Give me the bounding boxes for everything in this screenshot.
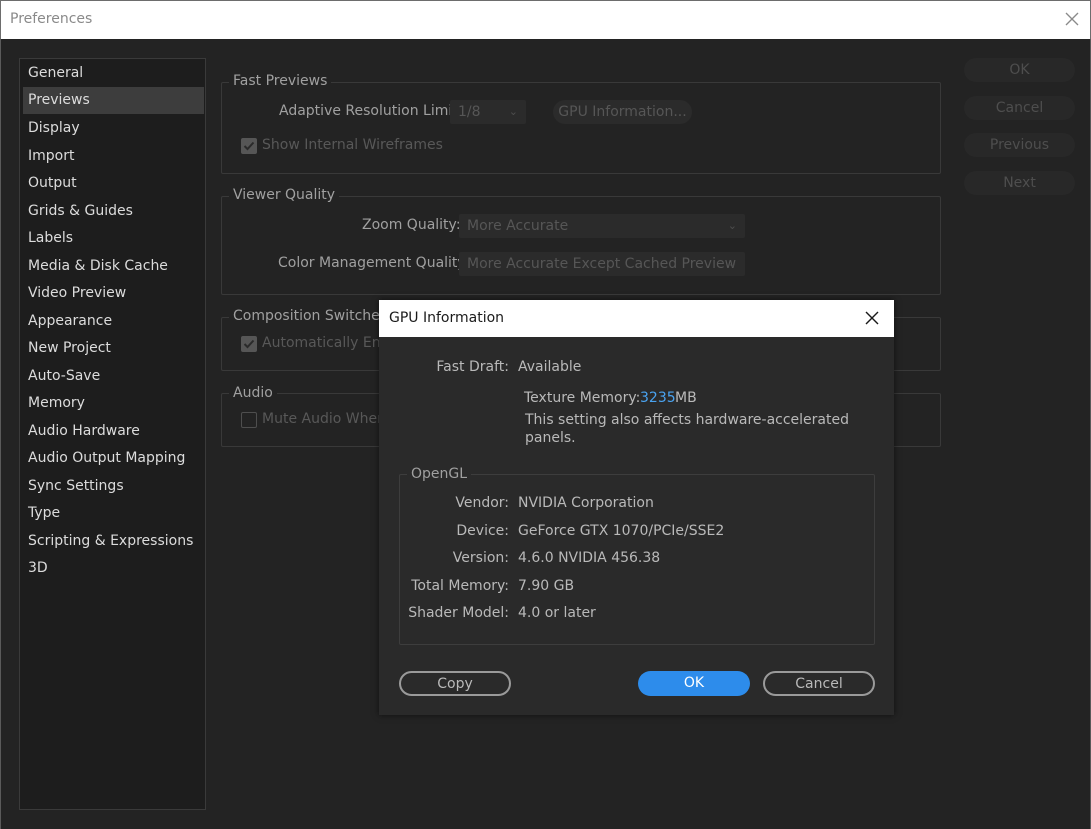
sidebar-item-memory[interactable]: Memory (23, 390, 204, 417)
window-title: Preferences (10, 11, 93, 27)
sidebar-item-video-preview[interactable]: Video Preview (23, 280, 204, 307)
version-value: 4.6.0 NVIDIA 456.38 (518, 550, 661, 566)
gpu-information-button[interactable]: GPU Information... (553, 100, 692, 124)
sidebar-item-3d[interactable]: 3D (23, 555, 204, 582)
fast-draft-value: Available (518, 359, 582, 375)
sidebar-item-media-disk-cache[interactable]: Media & Disk Cache (23, 253, 204, 280)
texture-memory-value[interactable]: 3235 (640, 390, 676, 406)
viewer-quality-title: Viewer Quality (229, 187, 340, 203)
next-button[interactable]: Next (964, 171, 1075, 195)
device-value: GeForce GTX 1070/PCIe/SSE2 (518, 523, 725, 539)
dialog-title-bar: GPU Information (379, 300, 894, 337)
adaptive-resolution-label: Adaptive Resolution Limit: (279, 103, 463, 119)
chevron-down-icon: ⌄ (727, 219, 737, 232)
dialog-cancel-button[interactable]: Cancel (763, 671, 875, 696)
sidebar-item-scripting-expressions[interactable]: Scripting & Expressions (23, 528, 204, 555)
checkmark-icon (243, 141, 255, 151)
chevron-down-icon: ⌄ (727, 257, 737, 270)
color-management-value: More Accurate Except Cached Preview (467, 256, 737, 272)
device-label: Device: (456, 523, 509, 539)
auto-enable-checkbox[interactable] (241, 336, 257, 352)
version-label: Version: (452, 550, 509, 566)
adaptive-resolution-value: 1/8 (458, 104, 481, 120)
total-memory-value: 7.90 GB (518, 578, 575, 594)
sidebar-item-type[interactable]: Type (23, 500, 204, 527)
zoom-quality-label: Zoom Quality: (362, 217, 461, 233)
show-wireframes-label: Show Internal Wireframes (262, 137, 443, 153)
shader-model-value: 4.0 or later (518, 605, 596, 621)
vendor-label: Vendor: (455, 495, 509, 511)
color-management-label: Color Management Quality: (278, 255, 470, 271)
mute-audio-checkbox[interactable] (241, 412, 257, 428)
texture-note-line2: panels. (525, 430, 576, 446)
sidebar-item-new-project[interactable]: New Project (23, 335, 204, 362)
ok-button[interactable]: OK (964, 58, 1075, 82)
cancel-button[interactable]: Cancel (964, 96, 1075, 120)
sidebar-item-audio-output-mapping[interactable]: Audio Output Mapping (23, 445, 204, 472)
texture-memory-label: Texture Memory: (524, 390, 641, 406)
zoom-quality-value: More Accurate (467, 218, 569, 234)
total-memory-label: Total Memory: (411, 578, 509, 594)
mute-audio-label: Mute Audio When (262, 411, 386, 427)
sidebar-item-import[interactable]: Import (23, 143, 204, 170)
sidebar-item-general[interactable]: General (23, 60, 204, 87)
dialog-ok-button[interactable]: OK (638, 671, 750, 696)
window-border-left (0, 39, 1, 829)
fast-draft-label: Fast Draft: (436, 359, 509, 375)
show-wireframes-checkbox[interactable] (241, 138, 257, 154)
fast-previews-title: Fast Previews (229, 73, 332, 89)
sidebar-item-auto-save[interactable]: Auto-Save (23, 363, 204, 390)
sidebar-item-audio-hardware[interactable]: Audio Hardware (23, 418, 204, 445)
close-icon[interactable] (864, 310, 880, 326)
dialog-title: GPU Information (389, 310, 505, 326)
close-icon[interactable] (1062, 9, 1082, 29)
preferences-sidebar: General Previews Display Import Output G… (19, 58, 206, 810)
copy-button[interactable]: Copy (399, 671, 511, 696)
composition-switches-title: Composition Switches (229, 308, 392, 324)
viewer-quality-group (221, 196, 941, 295)
shader-model-label: Shader Model: (408, 605, 509, 621)
sidebar-item-previews[interactable]: Previews (23, 87, 204, 114)
sidebar-item-sync-settings[interactable]: Sync Settings (23, 473, 204, 500)
previous-button[interactable]: Previous (964, 133, 1075, 157)
sidebar-item-display[interactable]: Display (23, 115, 204, 142)
chevron-down-icon: ⌄ (508, 105, 518, 118)
texture-memory-unit: MB (675, 390, 697, 406)
fast-previews-group (221, 82, 941, 174)
adaptive-resolution-dropdown[interactable]: 1/8 ⌄ (450, 100, 526, 124)
gpu-information-dialog: GPU Information Fast Draft: Available Te… (379, 300, 894, 715)
sidebar-item-labels[interactable]: Labels (23, 225, 204, 252)
color-management-dropdown[interactable]: More Accurate Except Cached Preview ⌄ (459, 252, 745, 276)
vendor-value: NVIDIA Corporation (518, 495, 654, 511)
audio-title: Audio (229, 385, 277, 401)
opengl-title: OpenGL (407, 466, 472, 482)
zoom-quality-dropdown[interactable]: More Accurate ⌄ (459, 214, 745, 238)
auto-enable-label: Automatically Enab (262, 335, 399, 351)
sidebar-item-output[interactable]: Output (23, 170, 204, 197)
sidebar-item-appearance[interactable]: Appearance (23, 308, 204, 335)
sidebar-item-grids-guides[interactable]: Grids & Guides (23, 198, 204, 225)
title-bar: Preferences (0, 0, 1091, 39)
texture-note-line1: This setting also affects hardware-accel… (525, 412, 849, 428)
checkmark-icon (243, 339, 255, 349)
